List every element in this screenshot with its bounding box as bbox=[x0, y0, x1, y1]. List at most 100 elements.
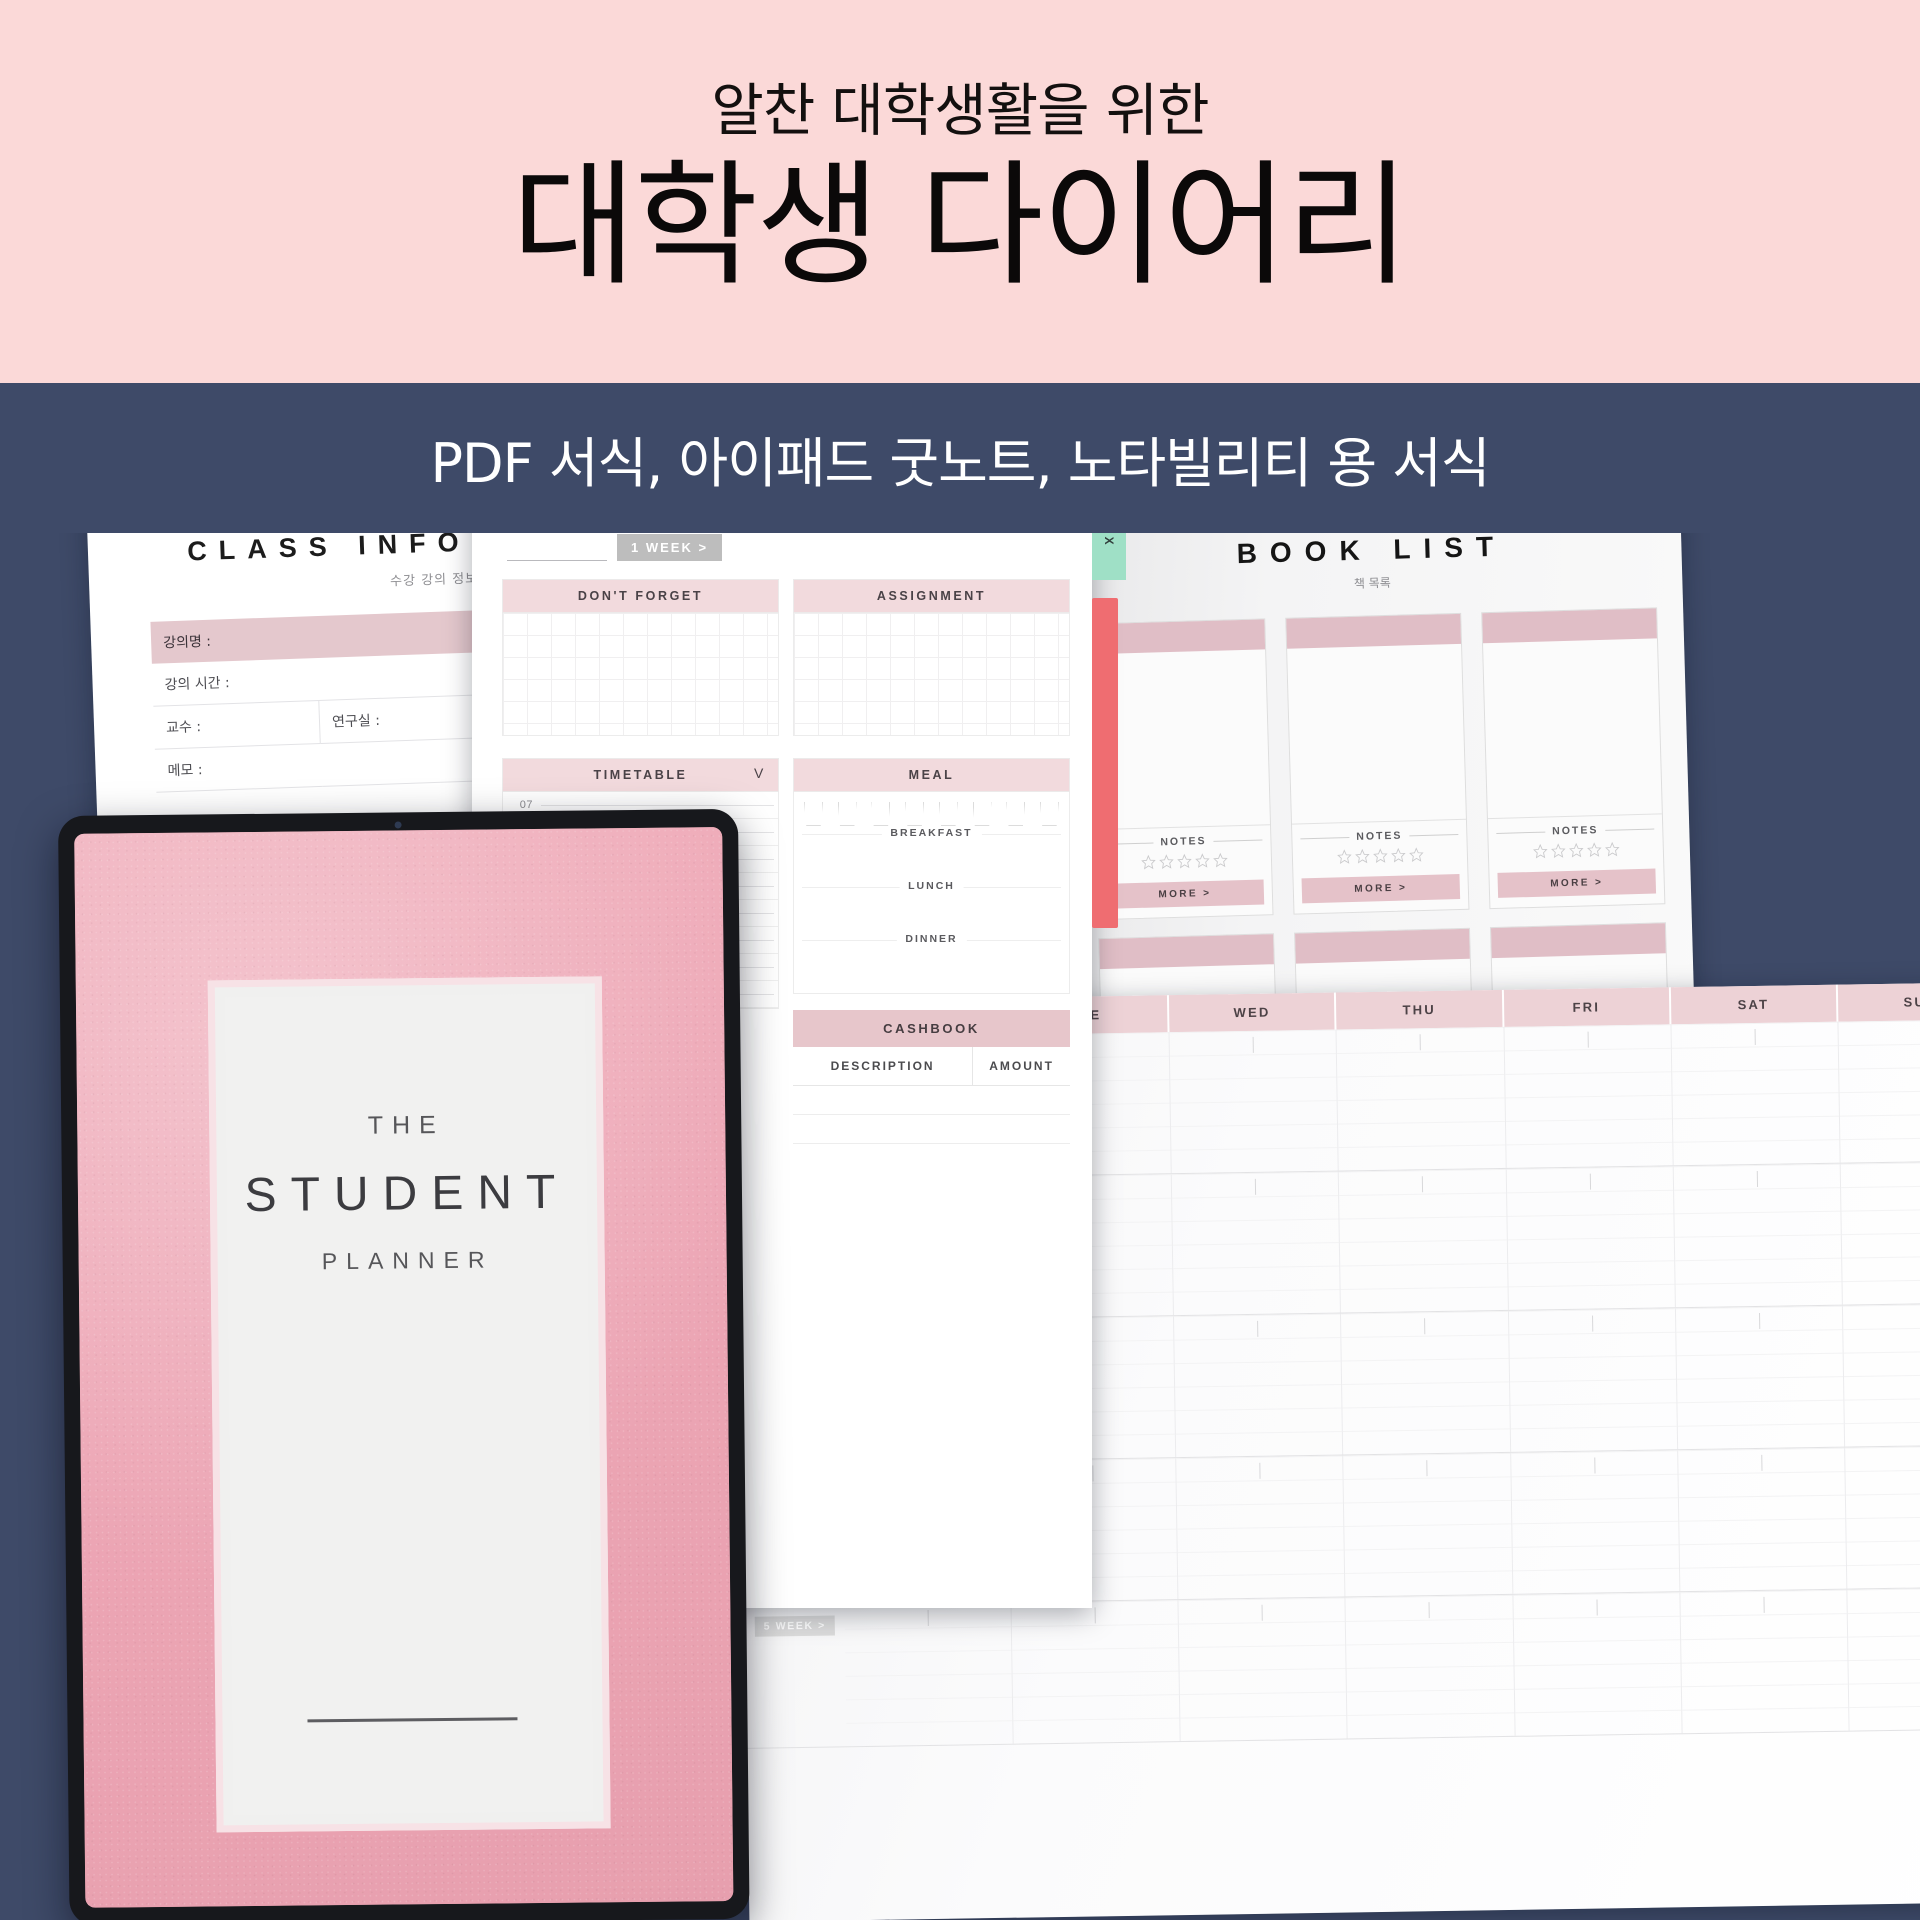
dont-forget-grid[interactable] bbox=[502, 613, 779, 736]
ipad-screen[interactable]: THE STUDENT PLANNER bbox=[74, 827, 734, 1908]
calendar-day-cell[interactable] bbox=[1844, 1444, 1920, 1589]
check-icon[interactable]: V bbox=[754, 765, 766, 781]
calendar-day-cell[interactable] bbox=[1343, 1452, 1513, 1597]
water-cup-icon[interactable] bbox=[938, 802, 958, 826]
book-card-notes-block: NOTES MORE > bbox=[1487, 813, 1665, 909]
star-icon[interactable] bbox=[1390, 847, 1406, 867]
divider bbox=[1496, 831, 1546, 834]
meal-label-breakfast: BREAKFAST bbox=[881, 827, 982, 839]
star-icon[interactable] bbox=[1568, 842, 1584, 863]
calendar-day-cell[interactable] bbox=[1336, 1026, 1507, 1171]
cashbook-row[interactable] bbox=[793, 1086, 1070, 1115]
star-icon[interactable] bbox=[1604, 841, 1620, 862]
cashbook-col-description: DESCRIPTION bbox=[793, 1047, 974, 1085]
calendar-day-cell[interactable] bbox=[1508, 1308, 1678, 1452]
book-card-more-button[interactable]: MORE > bbox=[1301, 873, 1461, 904]
book-card-title-bar[interactable] bbox=[1099, 934, 1274, 970]
product-showcase: BOOK LIST 책 목록 NOTES MORE > NOTES MORE > NOT… bbox=[0, 533, 1920, 1920]
star-icon[interactable] bbox=[1194, 853, 1210, 873]
star-icon[interactable] bbox=[1372, 848, 1388, 868]
star-icon[interactable] bbox=[1212, 852, 1228, 872]
calendar-day-cell[interactable] bbox=[1504, 1024, 1674, 1168]
calendar-day-cell[interactable] bbox=[1671, 1021, 1841, 1166]
index-tab[interactable]: INDEX bbox=[1092, 533, 1126, 580]
calendar-day-cell[interactable] bbox=[1512, 1592, 1683, 1736]
water-cup-icon[interactable] bbox=[905, 802, 925, 826]
calendar-week-badge[interactable]: 5 WEEK > bbox=[754, 1615, 836, 1637]
calendar-day-cell[interactable] bbox=[1169, 1029, 1340, 1174]
star-icon[interactable] bbox=[1336, 849, 1352, 869]
calendar-day-cell[interactable] bbox=[1178, 1597, 1349, 1742]
rating-stars[interactable] bbox=[1488, 834, 1663, 873]
calendar-day-cell[interactable] bbox=[1345, 1594, 1516, 1739]
book-card[interactable]: NOTES MORE > bbox=[1481, 607, 1666, 910]
calendar-day-sat: SAT bbox=[1670, 984, 1839, 1025]
water-cup-icon[interactable] bbox=[1006, 802, 1026, 826]
book-card-more-button[interactable]: MORE > bbox=[1105, 879, 1265, 909]
star-icon[interactable] bbox=[1586, 842, 1602, 862]
calendar-day-cell[interactable] bbox=[1677, 1447, 1848, 1592]
calendar-day-cell[interactable] bbox=[1680, 1589, 1850, 1734]
timetable-header: TIMETABLE V bbox=[503, 759, 778, 791]
water-cup-icon[interactable] bbox=[972, 802, 992, 826]
calendar-day-cell[interactable] bbox=[1341, 1310, 1511, 1455]
star-icon[interactable] bbox=[1532, 843, 1548, 864]
star-icon[interactable] bbox=[1354, 848, 1370, 869]
daily-date-blank[interactable] bbox=[507, 541, 607, 561]
calendar-day-cell[interactable] bbox=[1838, 1019, 1920, 1163]
book-card-title-bar[interactable] bbox=[1286, 613, 1462, 649]
calendar-day-cell[interactable] bbox=[1842, 1303, 1920, 1447]
meal-header: MEAL bbox=[794, 759, 1069, 791]
cashbook-row[interactable] bbox=[793, 1115, 1070, 1144]
calendar-day-cell[interactable] bbox=[1847, 1586, 1920, 1731]
rating-stars[interactable] bbox=[1097, 845, 1272, 884]
cover-the: THE bbox=[367, 1110, 445, 1140]
red-tab[interactable] bbox=[1092, 598, 1118, 928]
calendar-day-cell[interactable] bbox=[1673, 1163, 1843, 1308]
calendar-day-cell[interactable] bbox=[1675, 1305, 1845, 1450]
book-card-body[interactable] bbox=[1483, 638, 1662, 818]
meal-label-lunch: LUNCH bbox=[899, 880, 964, 892]
assignment-header: ASSIGNMENT bbox=[794, 580, 1069, 612]
calendar-day-cell[interactable] bbox=[1339, 1168, 1509, 1313]
book-card-title-bar[interactable] bbox=[1295, 928, 1470, 964]
water-cup-icon[interactable] bbox=[804, 802, 823, 826]
water-cup-icon[interactable] bbox=[837, 802, 857, 826]
star-icon[interactable] bbox=[1408, 847, 1424, 867]
book-card-body[interactable] bbox=[1091, 649, 1270, 829]
water-cup-icon[interactable] bbox=[871, 802, 891, 826]
calendar-day-cell[interactable] bbox=[1172, 1171, 1342, 1316]
rating-stars[interactable] bbox=[1293, 840, 1468, 879]
calendar-day-cell[interactable] bbox=[1011, 1600, 1181, 1744]
book-card[interactable]: NOTES MORE > bbox=[1285, 612, 1470, 915]
timetable-line[interactable] bbox=[541, 804, 774, 806]
divider bbox=[1409, 833, 1459, 836]
calendar-day-cell[interactable] bbox=[1840, 1161, 1920, 1305]
calendar-day-cell[interactable] bbox=[844, 1602, 1014, 1747]
star-icon[interactable] bbox=[1158, 854, 1174, 874]
calendar-day-cell[interactable] bbox=[1176, 1455, 1346, 1600]
book-card-title-bar[interactable] bbox=[1490, 923, 1666, 959]
camera-icon bbox=[394, 821, 402, 829]
table-cell[interactable]: 교수 : bbox=[153, 700, 321, 750]
book-card-title-bar[interactable] bbox=[1482, 608, 1657, 644]
page-title: 대학생 다이어리 bbox=[511, 147, 1410, 305]
star-icon[interactable] bbox=[1140, 854, 1156, 874]
assignment-grid[interactable] bbox=[793, 613, 1070, 736]
daily-week-badge[interactable]: 1 WEEK > bbox=[617, 534, 723, 561]
calendar-day-cell[interactable] bbox=[1506, 1166, 1676, 1310]
star-icon[interactable] bbox=[1176, 853, 1192, 873]
meal-segment[interactable]: DINNER bbox=[802, 933, 1061, 993]
index-tab-label: INDEX bbox=[1102, 533, 1116, 550]
calendar-week-row: 5 WEEK > bbox=[744, 1586, 1920, 1749]
water-cup-icon[interactable] bbox=[1039, 802, 1059, 826]
hero-kicker: 알찬 대학생활을 위한 bbox=[711, 77, 1209, 144]
book-card-body[interactable] bbox=[1287, 644, 1466, 824]
book-card-more-button[interactable]: MORE > bbox=[1497, 868, 1657, 898]
calendar-day-cell[interactable] bbox=[1174, 1313, 1344, 1458]
cover-planner: PLANNER bbox=[321, 1246, 494, 1275]
divider bbox=[1213, 838, 1263, 842]
dont-forget-header: DON'T FORGET bbox=[503, 580, 778, 612]
calendar-day-cell[interactable] bbox=[1510, 1450, 1681, 1594]
star-icon[interactable] bbox=[1550, 843, 1566, 863]
